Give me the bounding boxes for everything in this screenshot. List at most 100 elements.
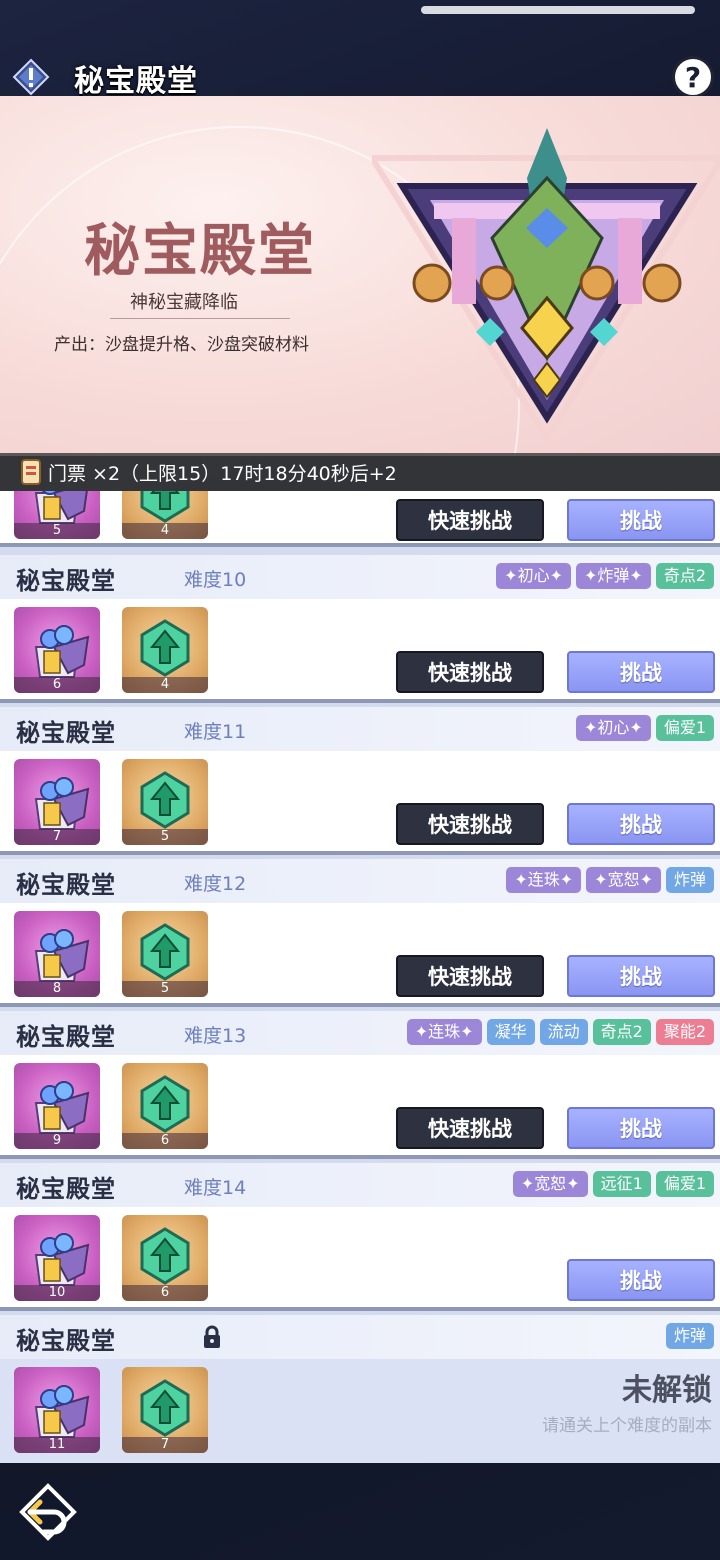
card-title: 秘宝殿堂 (16, 1326, 116, 1355)
modifier-tag[interactable]: 凝华 (486, 1019, 535, 1045)
modifier-tags: 炸弹 (665, 1323, 714, 1349)
reward-item-gem-box[interactable]: 9 (14, 1063, 100, 1149)
challenge-button[interactable]: 挑战 (567, 651, 715, 693)
modifier-tag[interactable]: 炸弹 (665, 867, 714, 893)
modifier-tag[interactable]: 奇点2 (655, 563, 714, 589)
banner-output-description: 产出：沙盘提升格、沙盘突破材料 (54, 335, 309, 355)
reward-count: 7 (14, 829, 100, 845)
difficulty-level: 难度13 (184, 1025, 247, 1047)
challenge-button[interactable]: 挑战 (567, 1107, 715, 1149)
reward-item-upgrade-gem[interactable]: 4 (122, 607, 208, 693)
ticket-status-bar: 门票 ×2（上限15）17时18分40秒后+2 (0, 453, 720, 491)
modifier-tag[interactable]: ✦连珠✦ (406, 1019, 482, 1045)
modifier-tag[interactable]: 远征1 (592, 1171, 651, 1197)
reward-count: 5 (122, 981, 208, 997)
modifier-tags: ✦连珠✦ 凝华 流动 奇点2 聚能2 (406, 1019, 714, 1045)
card-header: 秘宝殿堂 难度11 ✦初心✦ 偏爱1 (0, 707, 720, 751)
difficulty-level: 难度14 (184, 1177, 247, 1199)
quick-challenge-button[interactable]: 快速挑战 (396, 499, 544, 541)
reward-item-upgrade-gem[interactable]: 5 (122, 759, 208, 845)
reward-count: 5 (14, 523, 100, 539)
challenge-button[interactable]: 挑战 (567, 955, 715, 997)
modifier-tag[interactable]: ✦宽恕✦ (586, 867, 661, 893)
banner-divider (110, 318, 290, 319)
back-arrow-icon[interactable] (18, 1480, 80, 1542)
modifier-tag[interactable]: ✦宽恕✦ (512, 1171, 588, 1197)
reward-item-gem-box[interactable]: 8 (14, 911, 100, 997)
ticket-count-text: 门票 ×2（上限15）17时18分40秒后+2 (48, 462, 397, 485)
reward-item-gem-box[interactable]: 10 (14, 1215, 100, 1301)
reward-count: 6 (14, 677, 100, 693)
card-header: 秘宝殿堂 难度10 ✦初心✦ ✦炸弹✦ 奇点2 (0, 555, 720, 599)
modifier-tag[interactable]: ✦连珠✦ (506, 867, 582, 893)
info-icon[interactable] (12, 58, 50, 96)
reward-count: 11 (14, 1437, 100, 1453)
page-title: 秘宝殿堂 (74, 64, 198, 99)
treasure-hall-emblem-icon (372, 128, 720, 444)
modifier-tags: ✦初心✦ 偏爱1 (575, 715, 714, 741)
reward-count: 4 (122, 523, 208, 539)
dungeon-banner: 秘宝殿堂 神秘宝藏降临 产出：沙盘提升格、沙盘突破材料 (0, 96, 720, 456)
locked-difficulty-card: 秘宝殿堂 炸弹 11 7 未解锁 请通关上个难度的副本 (0, 1315, 720, 1463)
reward-count: 7 (122, 1437, 208, 1453)
reward-item-gem-box[interactable]: 5 (14, 491, 100, 539)
quick-challenge-button[interactable]: 快速挑战 (396, 955, 544, 997)
locked-hint-text: 请通关上个难度的副本 (542, 1416, 712, 1436)
card-header: 秘宝殿堂 难度13 ✦连珠✦ 凝华 流动 奇点2 聚能2 (0, 1011, 720, 1055)
modifier-tag[interactable]: 奇点2 (592, 1019, 651, 1045)
difficulty-level: 难度10 (184, 569, 247, 591)
reward-count: 5 (122, 829, 208, 845)
home-indicator (421, 6, 695, 14)
card-title: 秘宝殿堂 (16, 870, 116, 899)
difficulty-card: 秘宝殿堂 难度13 ✦连珠✦ 凝华 流动 奇点2 聚能2 9 6 快速挑战 挑战 (0, 1011, 720, 1159)
reward-item-gem-box[interactable]: 11 (14, 1367, 100, 1453)
card-title: 秘宝殿堂 (16, 1022, 116, 1051)
difficulty-card: 秘宝殿堂 难度14 ✦宽恕✦ 远征1 偏爱1 10 6 挑战 (0, 1163, 720, 1311)
modifier-tags: ✦连珠✦ ✦宽恕✦ 炸弹 (506, 867, 714, 893)
modifier-tag[interactable]: ✦炸弹✦ (575, 563, 651, 589)
top-bar: 秘宝殿堂 ? (0, 44, 720, 99)
reward-item-gem-box[interactable]: 7 (14, 759, 100, 845)
reward-item-upgrade-gem[interactable]: 7 (122, 1367, 208, 1453)
banner-subtitle: 神秘宝藏降临 (130, 292, 238, 313)
difficulty-level: 难度11 (184, 721, 247, 743)
help-button[interactable]: ? (672, 56, 714, 98)
modifier-tags: ✦初心✦ ✦炸弹✦ 奇点2 (496, 563, 714, 589)
modifier-tag[interactable]: 炸弹 (665, 1323, 714, 1349)
ticket-icon (21, 459, 41, 485)
banner-title: 秘宝殿堂 (84, 218, 316, 284)
modifier-tag[interactable]: 偏爱1 (655, 715, 714, 741)
card-header: 秘宝殿堂 难度14 ✦宽恕✦ 远征1 偏爱1 (0, 1163, 720, 1207)
reward-item-upgrade-gem[interactable]: 6 (122, 1063, 208, 1149)
locked-status-title: 未解锁 (622, 1373, 712, 1408)
modifier-tag[interactable]: 聚能2 (655, 1019, 714, 1045)
quick-challenge-button[interactable]: 快速挑战 (396, 803, 544, 845)
quick-challenge-button[interactable]: 快速挑战 (396, 651, 544, 693)
difficulty-card: 5 4 快速挑战 挑战 (0, 491, 720, 547)
reward-count: 6 (122, 1285, 208, 1301)
modifier-tag[interactable]: 流动 (539, 1019, 588, 1045)
card-title: 秘宝殿堂 (16, 718, 116, 747)
reward-item-upgrade-gem[interactable]: 4 (122, 491, 208, 539)
card-header: 秘宝殿堂 炸弹 (0, 1315, 720, 1359)
reward-item-upgrade-gem[interactable]: 6 (122, 1215, 208, 1301)
reward-count: 9 (14, 1133, 100, 1149)
difficulty-level: 难度12 (184, 873, 247, 895)
difficulty-list[interactable]: 5 4 快速挑战 挑战 秘宝殿堂 难度10 ✦初心✦ ✦炸弹✦ 奇点2 6 4 … (0, 491, 720, 1463)
modifier-tag[interactable]: ✦初心✦ (496, 563, 571, 589)
challenge-button[interactable]: 挑战 (567, 803, 715, 845)
modifier-tag[interactable]: 偏爱1 (655, 1171, 714, 1197)
modifier-tag[interactable]: ✦初心✦ (575, 715, 651, 741)
reward-item-gem-box[interactable]: 6 (14, 607, 100, 693)
difficulty-card: 秘宝殿堂 难度11 ✦初心✦ 偏爱1 7 5 快速挑战 挑战 (0, 707, 720, 855)
challenge-button[interactable]: 挑战 (567, 1259, 715, 1301)
card-header: 秘宝殿堂 难度12 ✦连珠✦ ✦宽恕✦ 炸弹 (0, 859, 720, 903)
difficulty-card: 秘宝殿堂 难度10 ✦初心✦ ✦炸弹✦ 奇点2 6 4 快速挑战 挑战 (0, 555, 720, 703)
card-title: 秘宝殿堂 (16, 1174, 116, 1203)
card-title: 秘宝殿堂 (16, 566, 116, 595)
reward-item-upgrade-gem[interactable]: 5 (122, 911, 208, 997)
reward-count: 6 (122, 1133, 208, 1149)
quick-challenge-button[interactable]: 快速挑战 (396, 1107, 544, 1149)
lock-icon (204, 1325, 220, 1348)
challenge-button[interactable]: 挑战 (567, 499, 715, 541)
